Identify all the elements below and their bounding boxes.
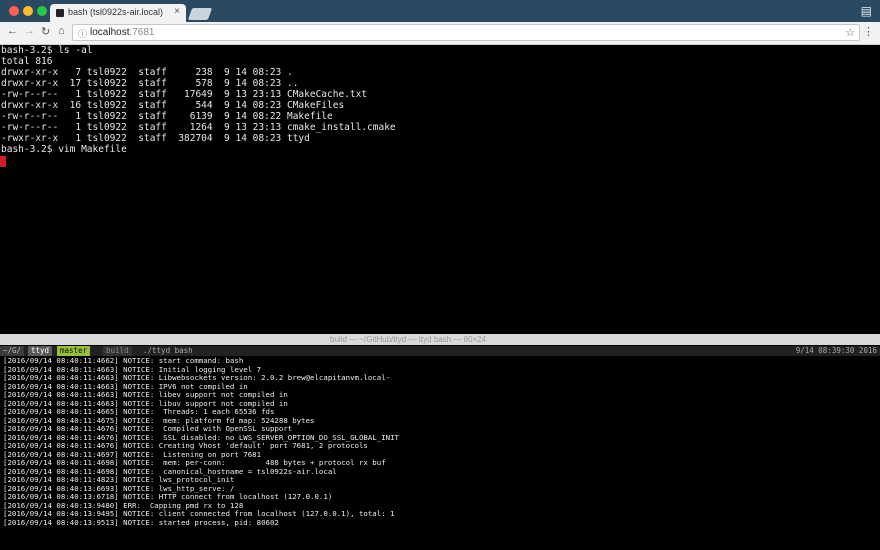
terminal-window-titlebar[interactable]: build — ~/GitHub/ttyd — ttyd bash — 80×2… (0, 334, 880, 345)
forward-arrow-icon[interactable]: → (24, 25, 35, 37)
native-terminal-window[interactable]: build — ~/GitHub/ttyd — ttyd bash — 80×2… (0, 334, 880, 550)
status-build: build (103, 346, 132, 356)
window-zoom-button[interactable] (37, 6, 47, 16)
back-arrow-icon[interactable]: ← (7, 25, 18, 37)
url-text: localhost:7681 (90, 27, 155, 38)
star-icon[interactable]: ☆ (845, 26, 855, 39)
window-minimize-button[interactable] (23, 6, 33, 16)
terminal-line: bash-3.2$ ls -al (1, 45, 93, 56)
terminal-window-title: build — ~/GitHub/ttyd — ttyd bash — 80×2… (330, 335, 487, 344)
new-tab-button[interactable] (187, 8, 213, 20)
terminal-line: bash-3.2$ vim Makefile (1, 144, 127, 155)
home-icon[interactable]: ⌂ (58, 25, 65, 37)
terminal-line: drwxr-xr-x 16 tsl0922 staff 544 9 14 08:… (1, 100, 345, 111)
terminal-favicon-icon (56, 9, 64, 17)
extension-icon[interactable]: ▤ (861, 4, 872, 18)
status-git-branch: master (57, 346, 91, 356)
browser-toolbar: ← → ↻ ⌂ ⓘ localhost:7681 ☆ ⋮ (0, 22, 880, 45)
window-close-button[interactable] (9, 6, 19, 16)
terminal-line: -rw-r--r-- 1 tsl0922 staff 6139 9 14 08:… (1, 111, 333, 122)
terminal-line: drwxr-xr-x 7 tsl0922 staff 238 9 14 08:2… (1, 67, 293, 78)
terminal-line: drwxr-xr-x 17 tsl0922 staff 578 9 14 08:… (1, 78, 299, 89)
close-icon[interactable]: × (174, 6, 180, 17)
status-command: ./ttyd bash (143, 346, 193, 355)
status-path: ~/G/ (0, 346, 25, 356)
terminal-line: -rw-r--r-- 1 tsl0922 staff 17649 9 13 23… (1, 89, 368, 100)
tmux-status-bar: ~/G/ ttyd master build ./ttyd bash 9/14 … (0, 346, 880, 356)
address-bar[interactable]: ⓘ localhost:7681 ☆ (72, 24, 860, 41)
menu-icon[interactable]: ⋮ (863, 25, 874, 38)
status-session-name: ttyd (28, 346, 53, 356)
web-terminal[interactable]: bash-3.2$ ls -al total 816 drwxr-xr-x 7 … (0, 45, 880, 332)
terminal-line: -rwxr-xr-x 1 tsl0922 staff 382704 9 14 0… (1, 133, 310, 144)
url-host: localhost (90, 27, 130, 38)
page-info-icon[interactable]: ⓘ (78, 27, 87, 40)
terminal-cursor (0, 156, 6, 167)
tab-title: bash (tsl0922s-air.local) (68, 7, 164, 17)
reload-icon[interactable]: ↻ (41, 25, 50, 38)
terminal-line: total 816 (1, 56, 53, 67)
browser-tab-strip: bash (tsl0922s-air.local) × ▤ (0, 0, 880, 22)
screen: { "browser": { "tab_title": "bash (tsl09… (0, 0, 880, 550)
log-line: [2016/09/14 08:40:13:9513] NOTICE: start… (3, 517, 279, 527)
status-time: 9/14 08:39:30 2016 (795, 346, 877, 355)
browser-tab[interactable]: bash (tsl0922s-air.local) × (50, 4, 186, 22)
terminal-line: -rw-r--r-- 1 tsl0922 staff 1264 9 13 23:… (1, 122, 396, 133)
url-port: :7681 (129, 27, 155, 38)
